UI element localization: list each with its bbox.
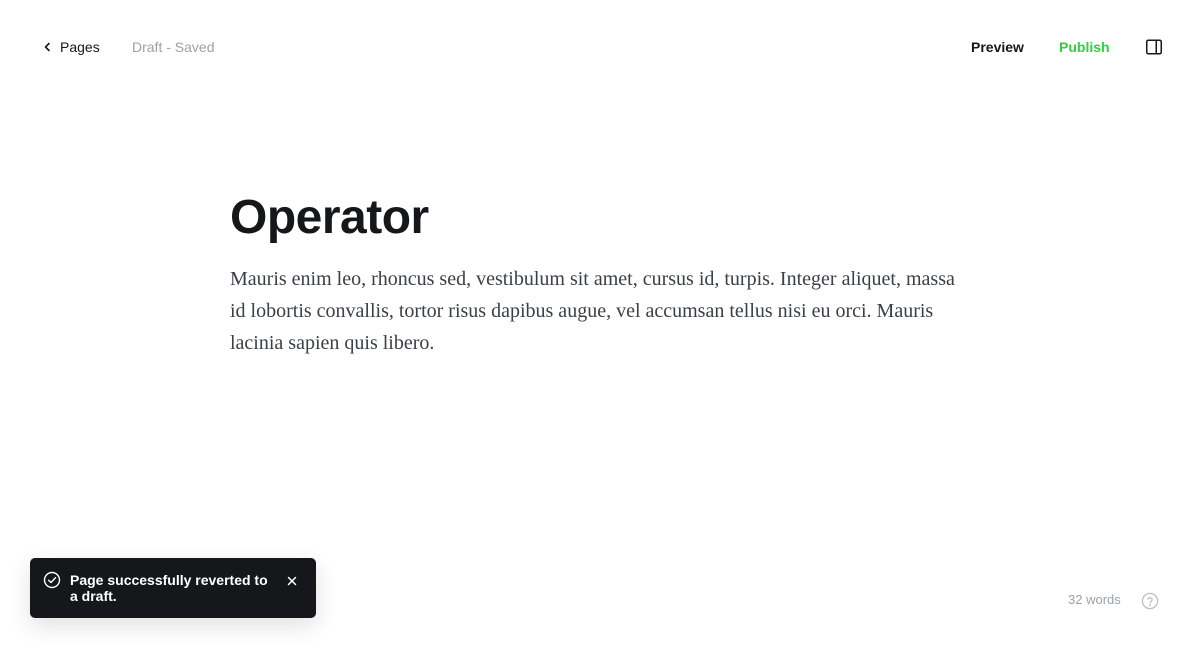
back-link-label: Pages	[60, 39, 100, 55]
save-status: Draft - Saved	[132, 39, 215, 55]
settings-panel-toggle-button[interactable]	[1144, 37, 1164, 57]
publish-button[interactable]: Publish	[1059, 38, 1110, 56]
toast-close-button[interactable]	[282, 571, 302, 591]
back-to-pages-link[interactable]: Pages	[40, 37, 100, 57]
toast-message: Page successfully reverted to a draft.	[70, 572, 268, 604]
sidebar-panel-icon	[1145, 38, 1163, 56]
preview-button[interactable]: Preview	[971, 38, 1024, 56]
toast-notification: Page successfully reverted to a draft.	[30, 558, 316, 618]
post-editor: Operator Mauris enim leo, rhoncus sed, v…	[230, 188, 970, 359]
check-circle-icon	[43, 571, 61, 589]
post-title[interactable]: Operator	[230, 188, 970, 248]
word-count: 32 words	[1068, 592, 1121, 607]
help-button[interactable]	[1141, 592, 1159, 610]
chevron-left-icon	[40, 40, 54, 54]
post-body[interactable]: Mauris enim leo, rhoncus sed, vestibulum…	[230, 263, 970, 359]
editor-header: Pages Draft - Saved Preview Publish	[0, 0, 1200, 94]
help-circle-icon	[1141, 592, 1159, 610]
close-icon	[287, 576, 297, 586]
